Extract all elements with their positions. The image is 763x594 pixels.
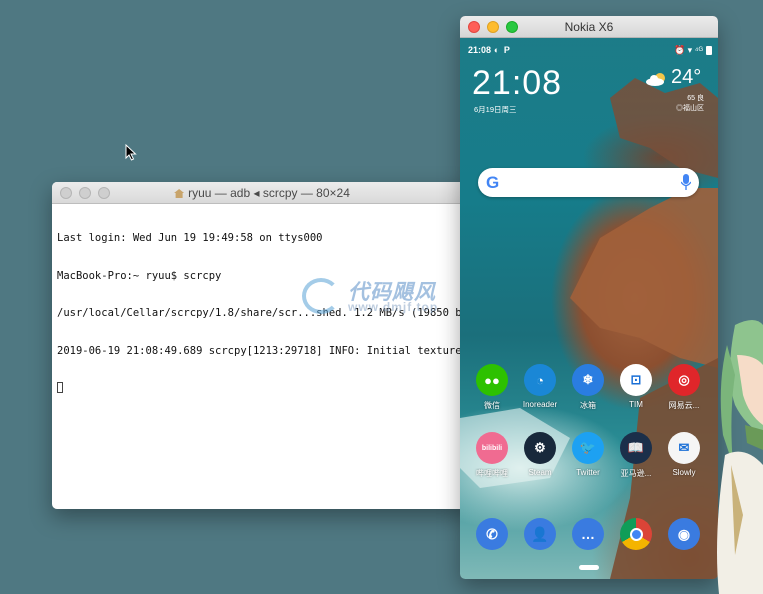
app-glyph: bilibili — [481, 444, 503, 452]
weather-details: 65 良 ◎福山区 — [676, 94, 704, 114]
terminal-cursor — [57, 382, 63, 393]
mouse-pointer-icon — [125, 144, 137, 161]
home-folder-icon — [174, 189, 185, 198]
slowly-icon: ✉ — [668, 432, 700, 464]
app-fridge[interactable]: ❄ 冰箱 — [564, 364, 612, 411]
app-label: Slowly — [672, 468, 696, 477]
dock-phone[interactable]: ✆ — [468, 518, 516, 550]
phone-titlebar[interactable]: Nokia X6 — [460, 16, 718, 38]
dock-glyph: 👤 — [531, 525, 549, 542]
app-glyph: ⊡ — [630, 372, 642, 387]
dock: ✆ 👤 … ◉ — [460, 518, 718, 558]
app-label: 冰箱 — [580, 401, 596, 410]
tim-icon: ⊡ — [620, 364, 652, 396]
app-wechat[interactable]: ●● 微信 — [468, 364, 516, 411]
google-logo-icon: G — [486, 173, 500, 192]
wallpaper-image — [460, 78, 718, 579]
clock-widget[interactable]: 21:08 — [472, 64, 562, 103]
status-time: 21:08 — [468, 45, 492, 55]
inoreader-icon: ◔ — [524, 364, 556, 396]
status-icons: ⏰ ▾ ⁴ᴳ — [674, 45, 712, 56]
netease-music-icon: ◎ — [668, 364, 700, 396]
google-search-bar[interactable]: G — [478, 168, 699, 197]
kindle-icon: 📖 — [620, 432, 652, 464]
phone-home-screen[interactable]: 21:08 ◐ P ⏰ ▾ ⁴ᴳ 21:08 6月19日周三 24° 65 良 … — [460, 38, 718, 579]
watermark-logo-icon — [302, 278, 340, 314]
dock-glyph: ✆ — [486, 525, 498, 542]
app-glyph: 📖 — [627, 440, 645, 455]
dock-glyph: … — [581, 526, 595, 542]
app-twitter[interactable]: 🐦 Twitter — [564, 432, 612, 477]
terminal-title: ryuu — adb ◂ scrcpy — 80×24 — [52, 186, 472, 200]
app-glyph: ⚙ — [534, 440, 546, 455]
app-label: TIM — [629, 400, 643, 409]
contacts-icon: 👤 — [524, 518, 556, 550]
app-label: 网易云... — [668, 401, 700, 410]
dock-contacts[interactable]: 👤 — [516, 518, 564, 550]
app-label: 亚马逊... — [620, 469, 652, 478]
app-label: 哔哩哔哩 — [476, 469, 508, 478]
terminal-line: 2019-06-19 21:08:49.689 scrcpy[1213:2971… — [57, 344, 467, 357]
app-steam[interactable]: ⚙ Steam — [516, 432, 564, 477]
location: ◎福山区 — [676, 105, 704, 112]
app-kindle[interactable]: 📖 亚马逊... — [612, 432, 660, 479]
date-label[interactable]: 6月19日周三 — [474, 104, 517, 115]
steam-icon: ⚙ — [524, 432, 556, 464]
dock-glyph: ◉ — [677, 525, 691, 542]
microphone-icon[interactable] — [681, 174, 691, 191]
battery-icon — [706, 46, 712, 55]
app-label: Twitter — [576, 468, 600, 477]
app-label: Inoreader — [522, 400, 558, 409]
app-glyph: ◎ — [678, 372, 690, 387]
fridge-icon: ❄ — [572, 364, 604, 396]
app-glyph: ✉ — [678, 440, 690, 455]
app-inoreader[interactable]: ◔ Inoreader — [516, 364, 564, 409]
terminal-output[interactable]: Last login: Wed Jun 19 19:49:58 on ttys0… — [52, 204, 472, 509]
phone-window-title: Nokia X6 — [564, 20, 614, 34]
chrome-center — [629, 527, 643, 541]
temperature[interactable]: 24° — [671, 66, 701, 89]
notification-icons: ◐ P — [494, 45, 511, 55]
alarm-wifi-signal-icons: ⏰ ▾ ⁴ᴳ — [673, 45, 703, 55]
app-label: 微信 — [484, 401, 500, 410]
air-quality: 65 良 — [687, 95, 704, 102]
chrome-icon — [620, 518, 652, 550]
app-label: Steam — [528, 468, 552, 477]
terminal-window[interactable]: ryuu — adb ◂ scrcpy — 80×24 Last login: … — [52, 182, 472, 509]
watermark: 代码飓风 www.dmjf.top — [302, 276, 467, 316]
app-glyph: ●● — [484, 372, 500, 388]
cloud-weather-icon[interactable] — [646, 72, 668, 86]
app-bilibili[interactable]: bilibili 哔哩哔哩 — [468, 432, 516, 479]
app-glyph: 🐦 — [579, 440, 597, 455]
app-glyph: ❄ — [582, 372, 594, 387]
camera-icon: ◉ — [668, 518, 700, 550]
wechat-icon: ●● — [476, 364, 508, 396]
terminal-title-text: ryuu — adb ◂ scrcpy — 80×24 — [188, 186, 350, 200]
dock-camera[interactable]: ◉ — [660, 518, 708, 550]
bilibili-icon: bilibili — [476, 432, 508, 464]
app-tim[interactable]: ⊡ TIM — [612, 364, 660, 409]
terminal-titlebar[interactable]: ryuu — adb ◂ scrcpy — 80×24 — [52, 182, 472, 204]
watermark-url: www.dmjf.top — [348, 300, 439, 314]
app-glyph: ◔ — [536, 372, 544, 388]
app-netease-music[interactable]: ◎ 网易云... — [660, 364, 708, 411]
app-slowly[interactable]: ✉ Slowly — [660, 432, 708, 477]
twitter-icon: 🐦 — [572, 432, 604, 464]
messages-icon: … — [572, 518, 604, 550]
dock-messages[interactable]: … — [564, 518, 612, 550]
scrcpy-phone-window[interactable]: Nokia X6 21:08 ◐ P ⏰ ▾ ⁴ᴳ 21:08 6月19日周三 … — [460, 16, 718, 579]
dock-chrome[interactable] — [612, 518, 660, 550]
anime-character-image — [717, 320, 763, 594]
phone-icon: ✆ — [476, 518, 508, 550]
home-gesture-pill[interactable] — [579, 565, 599, 570]
status-bar: 21:08 ◐ P ⏰ ▾ ⁴ᴳ — [460, 44, 718, 58]
terminal-line: Last login: Wed Jun 19 19:49:58 on ttys0… — [57, 232, 323, 244]
